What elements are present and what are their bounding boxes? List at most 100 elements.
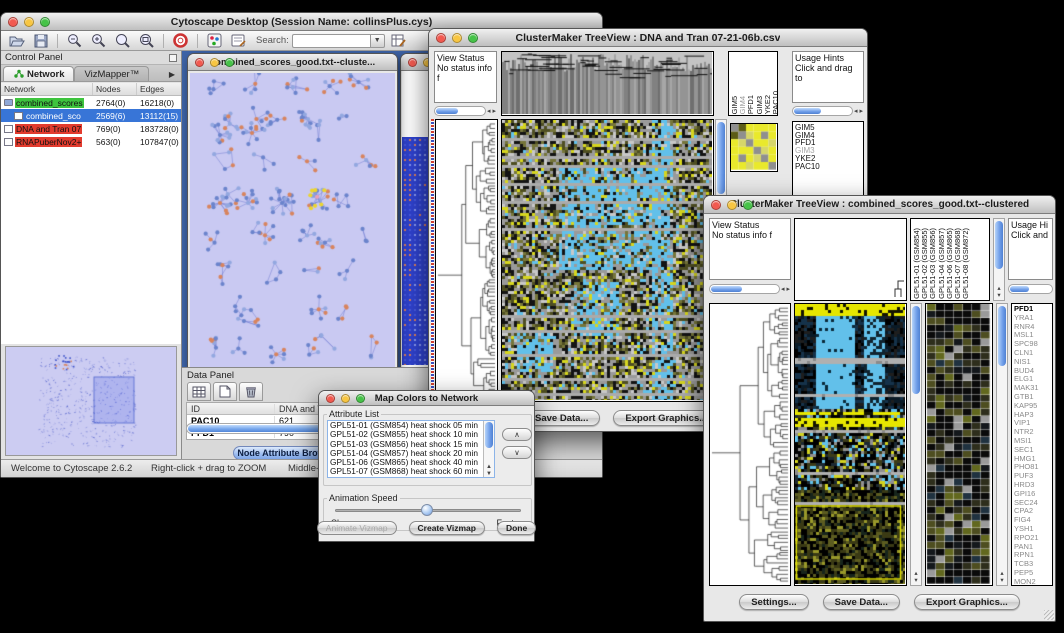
gene-label[interactable]: FIG4	[1014, 516, 1052, 525]
move-up-button[interactable]: ∧	[502, 428, 532, 441]
move-down-button[interactable]: ∨	[502, 446, 532, 459]
delete-attribute-icon[interactable]	[239, 382, 263, 401]
scrollbar-thumb[interactable]	[485, 422, 493, 448]
dialog-titlebar[interactable]: Map Colors to Network	[319, 391, 534, 406]
gene-label[interactable]: PFD1	[1014, 305, 1052, 314]
slider-thumb[interactable]	[421, 504, 433, 516]
gene-label[interactable]: NTR2	[1014, 428, 1052, 437]
gene-label[interactable]: GPI16	[1014, 490, 1052, 499]
close-icon[interactable]	[436, 33, 446, 43]
close-icon[interactable]	[8, 17, 18, 27]
open-file-icon[interactable]	[6, 32, 27, 49]
gene-label[interactable]: CLN1	[1014, 349, 1052, 358]
gene-label[interactable]: SEC1	[1014, 446, 1052, 455]
network-row[interactable]: combined_scores 2764(0) 16218(0)	[1, 96, 181, 109]
gene-label[interactable]: RPO21	[1014, 534, 1052, 543]
zoom-window-icon[interactable]	[40, 17, 50, 27]
gene-label[interactable]: MON2	[1014, 578, 1052, 586]
network-list-column-header[interactable]: Network	[1, 83, 93, 95]
global-heatmap-panel[interactable]	[501, 119, 714, 402]
network-view-window[interactable]: combined_scores_good.txt--cluste...	[187, 53, 398, 367]
scrollbar-thumb[interactable]	[711, 286, 742, 292]
scrollbar-thumb[interactable]	[1010, 286, 1029, 292]
gene-label[interactable]: HRD3	[1014, 481, 1052, 490]
gene-label[interactable]: GTB1	[1014, 393, 1052, 402]
zoom-window-icon[interactable]	[468, 33, 478, 43]
close-icon[interactable]	[326, 394, 335, 403]
animate-vizmap-button[interactable]: Animate Vizmap	[317, 521, 397, 535]
scrollbar-thumb[interactable]	[794, 108, 821, 114]
gene-label[interactable]: BUD4	[1014, 367, 1052, 376]
gene-label[interactable]: YRA1	[1014, 314, 1052, 323]
gene-label[interactable]: GIM4	[795, 132, 863, 140]
column-dendrogram-panel[interactable]	[794, 218, 907, 301]
heatmap-vscrollbar[interactable]: ▴▾	[910, 303, 922, 586]
scrollbar-thumb[interactable]	[436, 108, 458, 114]
network-row[interactable]: combined_sco 2569(6) 13112(15)	[1, 109, 181, 122]
detail-heatmap-panel[interactable]	[925, 303, 993, 586]
gene-label[interactable]: CPA2	[1014, 507, 1052, 516]
treeview-button[interactable]: Settings...	[739, 594, 808, 610]
gene-label[interactable]: GIM5	[795, 124, 863, 132]
minimize-icon[interactable]	[24, 17, 34, 27]
zoom-window-icon[interactable]	[356, 394, 365, 403]
treeview-button[interactable]: Save Data...	[823, 594, 900, 610]
resize-grip[interactable]	[1044, 610, 1054, 620]
list-vscrollbar[interactable]: ▲▼	[483, 421, 494, 477]
network-list-column-header[interactable]: Nodes	[93, 83, 137, 95]
minimize-icon[interactable]	[210, 58, 219, 67]
gene-label[interactable]: VIP1	[1014, 419, 1052, 428]
global-heatmap-panel[interactable]	[794, 303, 907, 586]
zoom-selected-icon[interactable]	[136, 32, 157, 49]
gene-label[interactable]: TCB3	[1014, 560, 1052, 569]
minimize-icon[interactable]	[727, 200, 737, 210]
tab-overflow-arrow[interactable]: ▶	[169, 70, 179, 81]
help-lifering-icon[interactable]	[170, 32, 191, 49]
gene-label[interactable]: MSL1	[1014, 331, 1052, 340]
gene-label[interactable]: ELG1	[1014, 375, 1052, 384]
network-list-column-header[interactable]: Edges	[137, 83, 181, 95]
gene-label[interactable]: PAC10	[795, 163, 863, 171]
gene-label[interactable]: NIS1	[1014, 358, 1052, 367]
gene-label[interactable]: GIM3	[795, 147, 863, 155]
gene-label[interactable]: RNR4	[1014, 323, 1052, 332]
network-view-titlebar[interactable]: combined_scores_good.txt--cluste...	[188, 54, 397, 71]
view-status-hscrollbar[interactable]: ◂▸	[709, 283, 791, 294]
scrollbar-thumb[interactable]	[912, 306, 920, 394]
new-attribute-icon[interactable]	[213, 382, 237, 401]
attribute-list-item[interactable]: GPL51-07 (GSM868) heat shock 60 min	[328, 467, 483, 476]
scrollbar-thumb[interactable]	[998, 306, 1006, 366]
tab-network[interactable]: Network	[3, 66, 74, 81]
gene-label[interactable]: KAP95	[1014, 402, 1052, 411]
vizmap-icon[interactable]	[204, 32, 225, 49]
gene-label-list[interactable]: PFD1YRA1RNR4MSL1SPC98CLN1NIS1BUD4ELG1MAK…	[1011, 303, 1053, 586]
genelist-vscrollbar[interactable]: ▴▾	[996, 303, 1008, 586]
zoom-window-icon[interactable]	[743, 200, 753, 210]
minimize-icon[interactable]	[452, 33, 462, 43]
gene-label[interactable]: YSH1	[1014, 525, 1052, 534]
tab-vizmapper[interactable]: VizMapper™	[74, 66, 149, 81]
zoom-window-icon[interactable]	[225, 58, 234, 67]
attribute-table-icon[interactable]	[388, 32, 409, 49]
similarity-matrix-panel[interactable]	[730, 123, 778, 172]
zoom-in-icon[interactable]	[88, 32, 109, 49]
gene-label[interactable]: PUF3	[1014, 472, 1052, 481]
usage-hints-hscrollbar[interactable]: ◂▸	[792, 105, 864, 116]
gene-label[interactable]: PAN1	[1014, 543, 1052, 552]
zoom-out-icon[interactable]	[64, 32, 85, 49]
network-row[interactable]: DNA and Tran 07 769(0) 183728(0)	[1, 122, 181, 135]
minimize-icon[interactable]	[341, 394, 350, 403]
gene-label[interactable]: PHO81	[1014, 463, 1052, 472]
gene-label[interactable]: MAK31	[1014, 384, 1052, 393]
scrollbar-thumb[interactable]	[995, 221, 1003, 269]
usage-hints-hscrollbar[interactable]	[1008, 283, 1053, 294]
network-overview-panel[interactable]	[5, 346, 177, 456]
create-vizmap-button[interactable]: Create Vizmap	[409, 521, 485, 535]
treeview-button[interactable]: Export Graphics...	[914, 594, 1020, 610]
close-icon[interactable]	[408, 58, 417, 67]
scrollbar-thumb[interactable]	[717, 122, 725, 194]
done-button[interactable]: Done	[497, 521, 536, 535]
save-icon[interactable]	[30, 32, 51, 49]
attribute-select-icon[interactable]	[187, 382, 211, 401]
gene-label[interactable]: PFD1	[795, 139, 863, 147]
